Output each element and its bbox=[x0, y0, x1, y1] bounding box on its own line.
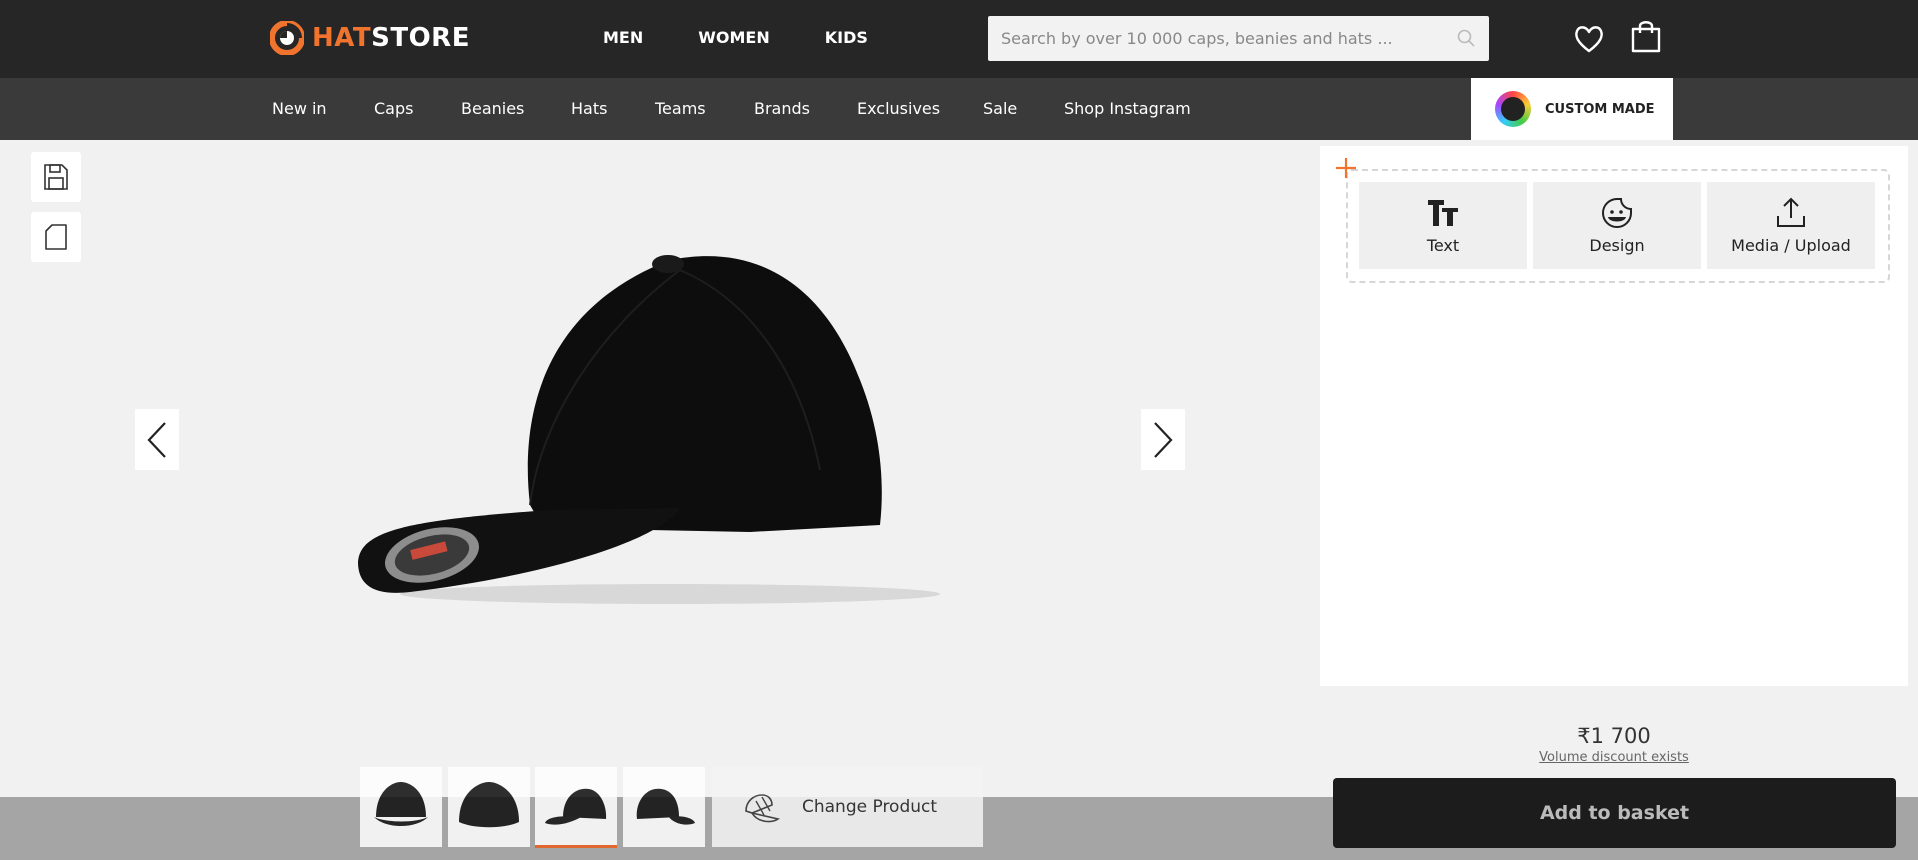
change-product-icon bbox=[745, 794, 780, 823]
new-document-icon bbox=[45, 224, 67, 250]
category-brands[interactable]: Brands bbox=[754, 99, 810, 118]
gender-nav: MEN WOMEN KIDS bbox=[603, 28, 868, 47]
custom-made-tab[interactable]: CUSTOM MADE bbox=[1471, 78, 1673, 140]
category-beanies[interactable]: Beanies bbox=[461, 99, 524, 118]
add-design-label: Design bbox=[1589, 236, 1645, 255]
category-sale[interactable]: Sale bbox=[983, 99, 1017, 118]
category-exclusives[interactable]: Exclusives bbox=[857, 99, 940, 118]
save-design-button[interactable] bbox=[31, 152, 81, 202]
category-new-in[interactable]: New in bbox=[272, 99, 327, 118]
hatstore-logo[interactable]: HATSTORE bbox=[270, 21, 470, 55]
design-panel: Text Design Media / Upload bbox=[1320, 146, 1908, 686]
category-hats[interactable]: Hats bbox=[571, 99, 607, 118]
save-icon bbox=[44, 164, 68, 190]
cap-side-right-thumbnail bbox=[636, 788, 695, 825]
logo-text: HATSTORE bbox=[312, 23, 470, 53]
nav-men[interactable]: MEN bbox=[603, 28, 643, 47]
top-header: HATSTORE MEN WOMEN KIDS bbox=[0, 0, 1918, 78]
text-icon bbox=[1425, 196, 1461, 230]
plus-icon[interactable] bbox=[1334, 156, 1358, 180]
category-shop-instagram[interactable]: Shop Instagram bbox=[1064, 99, 1191, 118]
cap-back-thumbnail bbox=[459, 782, 519, 828]
search-input[interactable] bbox=[988, 16, 1448, 61]
category-caps[interactable]: Caps bbox=[374, 99, 413, 118]
custom-made-icon bbox=[1495, 91, 1531, 127]
heart-icon[interactable] bbox=[1573, 23, 1605, 55]
cap-front-thumbnail bbox=[374, 782, 428, 826]
category-teams[interactable]: Teams bbox=[655, 99, 706, 118]
custom-made-label: CUSTOM MADE bbox=[1545, 101, 1655, 117]
upload-icon bbox=[1773, 196, 1809, 230]
change-product-label: Change Product bbox=[802, 797, 938, 817]
cap-product-image bbox=[358, 255, 940, 604]
nav-women[interactable]: WOMEN bbox=[698, 28, 770, 47]
sticker-icon bbox=[1599, 196, 1635, 230]
thumbnail-back[interactable] bbox=[448, 767, 530, 847]
search-bar bbox=[988, 16, 1489, 61]
previous-view-button[interactable] bbox=[135, 409, 179, 470]
add-text-label: Text bbox=[1426, 236, 1460, 255]
thumbnail-side-right[interactable] bbox=[623, 767, 705, 847]
add-text-button[interactable]: Text bbox=[1359, 182, 1527, 269]
thumbnail-side[interactable] bbox=[535, 767, 617, 847]
add-to-basket-button[interactable]: Add to basket bbox=[1333, 778, 1896, 848]
search-icon[interactable] bbox=[1456, 28, 1476, 48]
next-view-button[interactable] bbox=[1141, 409, 1185, 470]
media-upload-label: Media / Upload bbox=[1731, 236, 1851, 255]
chevron-right-icon bbox=[1154, 421, 1173, 458]
shopping-bag-icon[interactable] bbox=[1630, 19, 1662, 53]
media-upload-button[interactable]: Media / Upload bbox=[1707, 182, 1875, 269]
change-product-button[interactable]: Change Product bbox=[712, 767, 983, 847]
logo-mark-icon bbox=[270, 21, 304, 55]
thumbnail-front[interactable] bbox=[360, 767, 442, 847]
add-design-button[interactable]: Design bbox=[1533, 182, 1701, 269]
volume-discount-link[interactable]: Volume discount exists bbox=[1515, 750, 1713, 765]
new-design-button[interactable] bbox=[31, 212, 81, 262]
cap-side-thumbnail bbox=[545, 788, 607, 825]
chevron-left-icon bbox=[147, 421, 166, 458]
active-thumbnail-indicator bbox=[535, 845, 617, 848]
nav-kids[interactable]: KIDS bbox=[825, 28, 868, 47]
product-price: ₹1 700 bbox=[1577, 724, 1651, 748]
